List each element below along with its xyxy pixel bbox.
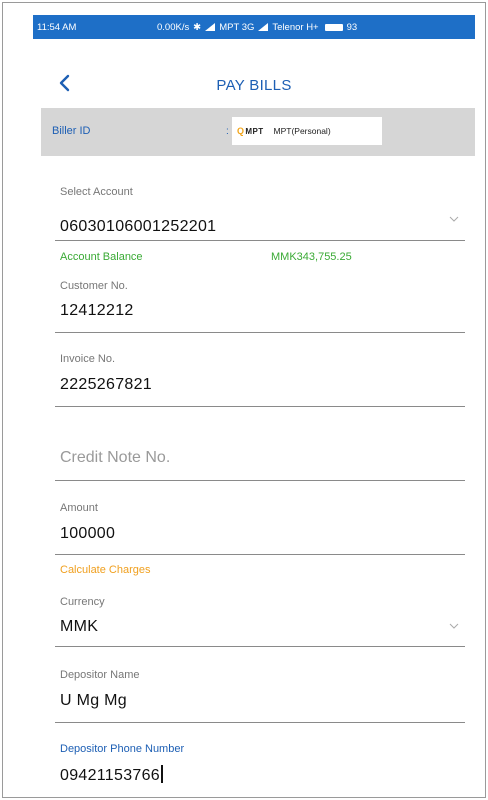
chevron-down-icon[interactable] <box>449 622 459 630</box>
carrier-1: MPT 3G <box>219 21 255 33</box>
biller-row: Biller ID : Q MPT MPT(Personal) <box>41 108 475 156</box>
status-indicators: 0.00K/s ✱ MPT 3G Telenor H+ 93 <box>157 22 357 33</box>
biller-id-label: Biller ID <box>52 125 91 137</box>
depositor-name-label: Depositor Name <box>60 669 140 681</box>
signal-icon <box>258 23 269 31</box>
account-balance-value: MMK343,755.25 <box>271 251 352 263</box>
status-bar: 11:54 AM 0.00K/s ✱ MPT 3G Telenor H+ 93 <box>33 15 475 39</box>
currency-underline <box>55 646 465 647</box>
depositor-phone-label: Depositor Phone Number <box>60 743 185 755</box>
mpt-logo-text: MPT <box>245 126 264 136</box>
battery-level: 93 <box>346 21 358 33</box>
customer-no-field[interactable]: 12412212 <box>60 302 134 320</box>
bluetooth-icon: ✱ <box>193 21 202 33</box>
depositor-name-field[interactable]: U Mg Mg <box>60 692 127 710</box>
invoice-no-underline <box>55 406 465 407</box>
depositor-phone-field[interactable]: 09421153766 <box>60 767 160 784</box>
depositor-name-underline <box>55 722 465 723</box>
customer-no-label: Customer No. <box>60 280 128 292</box>
invoice-no-label: Invoice No. <box>60 353 116 365</box>
mpt-logo-icon: Q MPT <box>237 126 264 136</box>
app-bar: PAY BILLS <box>33 39 475 109</box>
customer-no-underline <box>55 332 465 333</box>
amount-field[interactable]: 100000 <box>60 525 115 543</box>
invoice-no-field[interactable]: 2225267821 <box>60 376 152 394</box>
chevron-down-icon[interactable] <box>449 215 459 223</box>
net-speed: 0.00K/s <box>157 21 190 33</box>
page-title: PAY BILLS <box>216 77 292 94</box>
credit-note-underline <box>55 480 465 481</box>
carrier-2: Telenor H+ <box>272 21 319 33</box>
calculate-charges-link[interactable]: Calculate Charges <box>60 564 151 576</box>
text-cursor <box>161 765 163 783</box>
battery-icon <box>324 23 343 31</box>
biller-colon: : <box>226 126 229 137</box>
status-time: 11:54 AM <box>37 21 77 33</box>
biller-chip[interactable]: Q MPT MPT(Personal) <box>232 117 382 145</box>
biller-name: MPT(Personal) <box>273 126 331 136</box>
account-balance-label: Account Balance <box>60 251 143 263</box>
credit-note-field[interactable]: Credit Note No. <box>60 449 170 467</box>
currency-label: Currency <box>60 596 105 608</box>
signal-icon <box>205 23 216 31</box>
depositor-phone-wrap[interactable]: 09421153766 <box>60 765 163 785</box>
screenshot-frame: 11:54 AM 0.00K/s ✱ MPT 3G Telenor H+ 93 … <box>2 2 486 798</box>
amount-underline <box>55 554 465 555</box>
pay-bills-form: Select Account 06030106001252201 Account… <box>33 156 475 785</box>
select-account-label: Select Account <box>60 186 133 198</box>
currency-select-value[interactable]: MMK <box>60 618 98 636</box>
account-select-value[interactable]: 06030106001252201 <box>60 218 216 236</box>
account-underline <box>55 240 465 241</box>
phone-screen: 11:54 AM 0.00K/s ✱ MPT 3G Telenor H+ 93 … <box>33 15 475 785</box>
amount-label: Amount <box>60 502 98 514</box>
